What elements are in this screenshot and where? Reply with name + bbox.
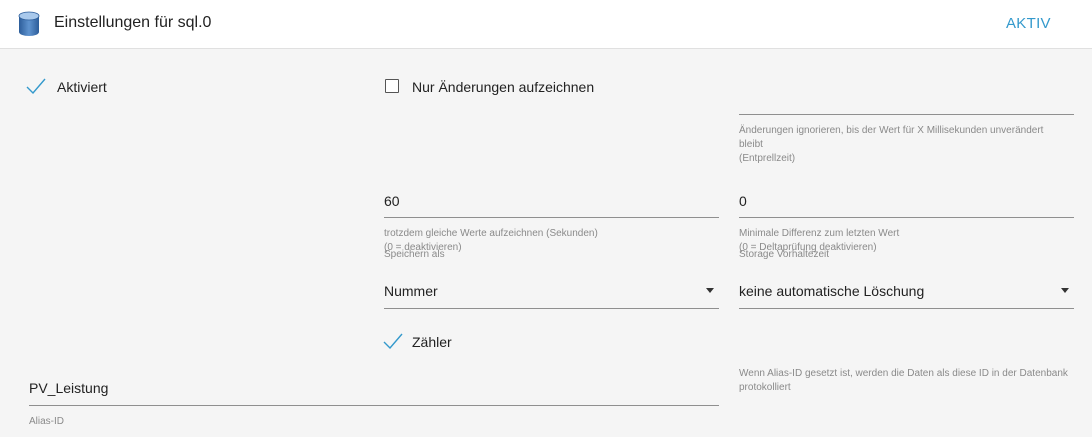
alias-id-value: PV_Leistung: [29, 380, 109, 396]
settings-header: Einstellungen für sql.0 AKTIV: [0, 0, 1092, 49]
counter-label: Zähler: [412, 334, 452, 350]
retention-value: keine automatische Löschung: [739, 283, 925, 299]
database-icon: [18, 11, 40, 36]
min-diff-underline: [739, 217, 1074, 218]
status-badge: AKTIV: [1006, 15, 1051, 32]
store-as-underline: [384, 308, 719, 309]
settings-panel: Aktiviert Nur Änderungen aufzeichnen Änd…: [0, 49, 1092, 437]
check-icon: [383, 333, 403, 349]
retention-underline: [739, 308, 1074, 309]
alias-id-input[interactable]: PV_Leistung: [29, 378, 719, 406]
enabled-label: Aktiviert: [57, 79, 107, 95]
debounce-input[interactable]: [739, 93, 1074, 115]
checkbox-box: [385, 79, 399, 93]
retention-label: Storage Vorhaltezeit: [739, 249, 830, 260]
check-icon: [26, 78, 46, 94]
same-values-value: 60: [384, 193, 400, 209]
min-diff-value: 0: [739, 193, 747, 209]
retention-select[interactable]: keine automatische Löschung: [739, 281, 1074, 309]
alias-helper: Wenn Alias-ID gesetzt ist, werden die Da…: [739, 368, 1068, 393]
same-values-underline: [384, 217, 719, 218]
changes-only-label: Nur Änderungen aufzeichnen: [412, 79, 595, 95]
store-as-value: Nummer: [384, 283, 438, 299]
store-as-select[interactable]: Nummer: [384, 281, 719, 309]
page-title: Einstellungen für sql.0: [54, 14, 212, 31]
debounce-helper: Änderungen ignorieren, bis der Wert für …: [739, 125, 1044, 164]
alias-id-label: Alias-ID: [29, 416, 65, 427]
min-diff-input[interactable]: 0: [739, 192, 1074, 218]
debounce-underline: [739, 114, 1074, 115]
chevron-down-icon: [706, 288, 714, 293]
alias-id-underline: [29, 405, 719, 406]
same-values-input[interactable]: 60: [384, 192, 719, 218]
enabled-toggle[interactable]: Aktiviert: [26, 77, 126, 97]
counter-toggle[interactable]: Zähler: [383, 332, 483, 352]
chevron-down-icon: [1061, 288, 1069, 293]
store-as-label: Speichern als: [384, 249, 445, 260]
changes-only-checkbox[interactable]: Nur Änderungen aufzeichnen: [384, 77, 604, 97]
